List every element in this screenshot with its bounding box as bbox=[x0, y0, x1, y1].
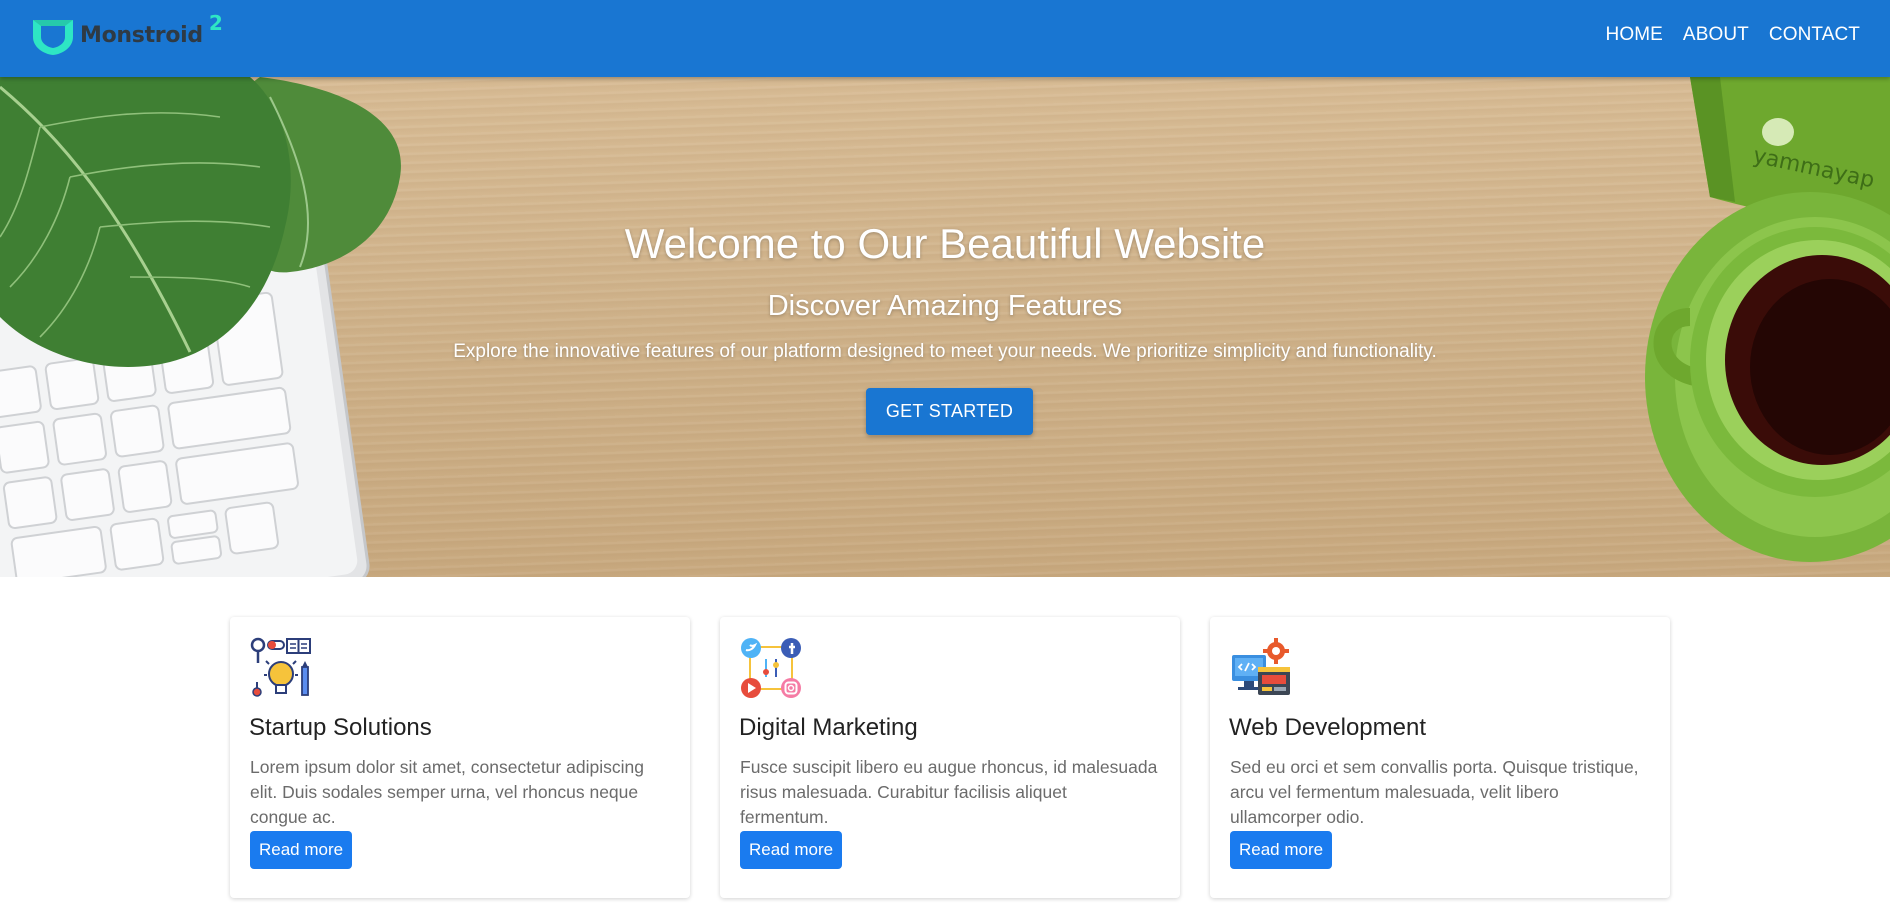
hero-subtitle: Discover Amazing Features bbox=[767, 290, 1123, 322]
shield-logo-icon bbox=[33, 20, 73, 55]
card-text: Fusce suscipit libero eu augue rhoncus, … bbox=[740, 757, 1158, 827]
brand-name: Monstroid bbox=[80, 23, 203, 48]
social-media-icon bbox=[741, 638, 801, 698]
read-more-button[interactable]: Read more bbox=[1230, 831, 1333, 869]
brand-logo-link[interactable]: Monstroid 2 bbox=[30, 11, 223, 64]
card-text: Sed eu orci et sem convallis porta. Quis… bbox=[1230, 757, 1639, 827]
top-navbar: Monstroid 2 HOME ABOUT CONTACT bbox=[0, 0, 1890, 77]
nav-contact-link[interactable]: CONTACT bbox=[1769, 24, 1860, 46]
feature-card-webdev: Web Development Sed eu orci et sem conva… bbox=[1210, 617, 1670, 898]
nav-about-link[interactable]: ABOUT bbox=[1683, 24, 1749, 46]
read-more-button[interactable]: Read more bbox=[250, 831, 353, 869]
startup-icon bbox=[250, 637, 311, 697]
card-title: Web Development bbox=[1229, 714, 1426, 741]
card-title: Digital Marketing bbox=[739, 714, 918, 741]
hero-section: yammayap Welcome to Our Beautiful Websit… bbox=[0, 77, 1890, 577]
hero-description: Explore the innovative features of our p… bbox=[453, 341, 1437, 362]
brand-superscript: 2 bbox=[208, 11, 223, 35]
card-text: Lorem ipsum dolor sit amet, consectetur … bbox=[250, 757, 644, 827]
get-started-button[interactable]: GET STARTED bbox=[866, 388, 1033, 435]
web-development-icon bbox=[1232, 638, 1290, 695]
main-nav: HOME ABOUT CONTACT bbox=[1606, 24, 1860, 46]
hero-title: Welcome to Our Beautiful Website bbox=[624, 220, 1266, 267]
hero-content: Welcome to Our Beautiful Website Discove… bbox=[0, 77, 1890, 577]
feature-card-startup: Startup Solutions Lorem ipsum dolor sit … bbox=[230, 617, 690, 898]
feature-cards: Startup Solutions Lorem ipsum dolor sit … bbox=[230, 617, 1670, 898]
nav-home-link[interactable]: HOME bbox=[1606, 24, 1663, 46]
read-more-button[interactable]: Read more bbox=[740, 831, 843, 869]
feature-card-marketing: Digital Marketing Fusce suscipit libero … bbox=[720, 617, 1180, 898]
card-title: Startup Solutions bbox=[249, 714, 432, 741]
